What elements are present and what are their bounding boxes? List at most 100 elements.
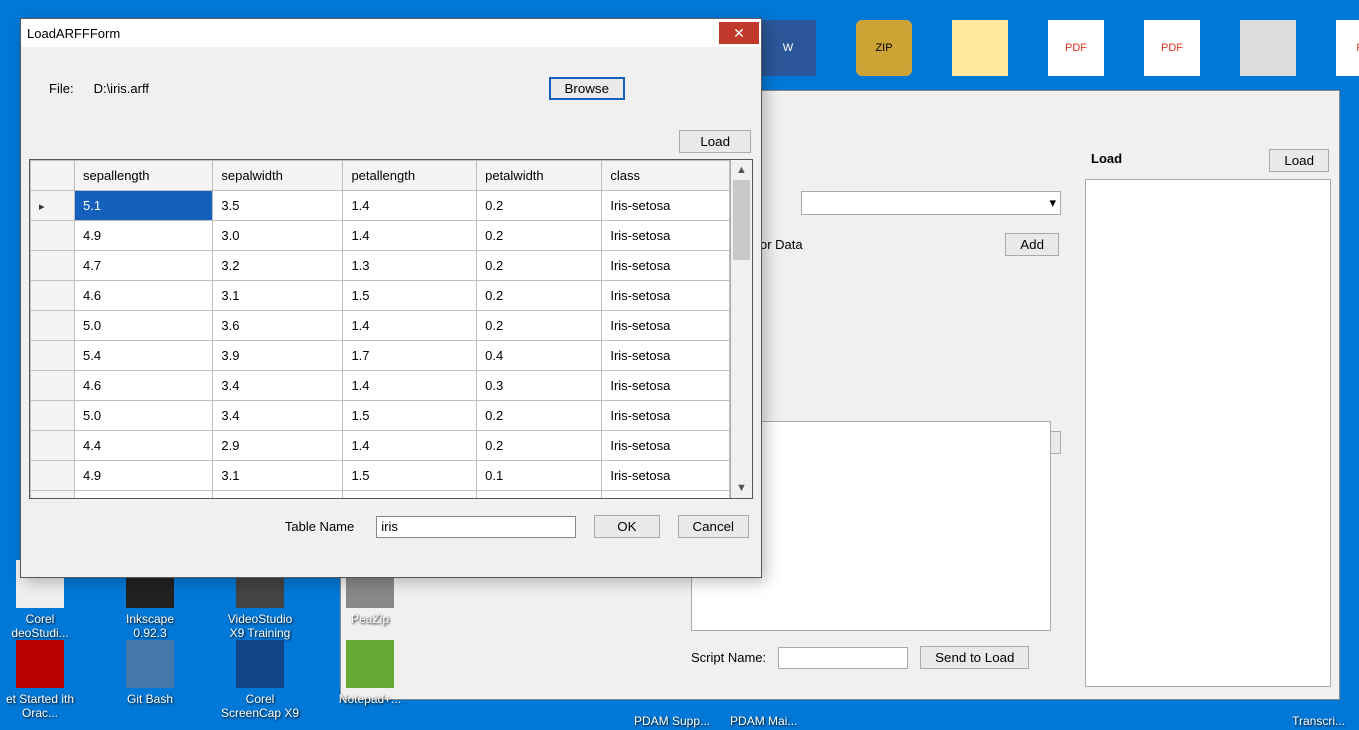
cell[interactable]: Iris-setosa [602, 371, 730, 401]
cell[interactable]: 3.0 [213, 221, 343, 251]
col-header[interactable]: petallength [343, 161, 477, 191]
scroll-thumb[interactable] [733, 180, 750, 260]
scroll-up-icon[interactable]: ▲ [731, 160, 752, 180]
cell[interactable]: 1.4 [343, 221, 477, 251]
row-header[interactable] [31, 191, 75, 221]
cell[interactable]: 0.2 [477, 251, 602, 281]
table-row[interactable]: 4.63.11.50.2Iris-setosa [31, 281, 730, 311]
cell[interactable]: Iris-setosa [602, 311, 730, 341]
cell[interactable]: 5.0 [75, 401, 213, 431]
cell[interactable]: 3.4 [213, 371, 343, 401]
row-header[interactable] [31, 221, 75, 251]
desktop-icon[interactable]: Git Bash [110, 640, 190, 720]
cell[interactable]: 1.4 [343, 311, 477, 341]
desktop-icon[interactable]: PDF [1144, 20, 1200, 76]
cell[interactable]: 3.9 [213, 341, 343, 371]
desktop-icon[interactable]: et Started ith Orac... [0, 640, 80, 720]
row-header[interactable] [31, 281, 75, 311]
cell[interactable]: 1.4 [343, 191, 477, 221]
cell[interactable]: 2.9 [213, 431, 343, 461]
taskbar-item[interactable]: Transcri... [1292, 714, 1345, 728]
table-row[interactable]: 4.93.11.50.1Iris-setosa [31, 461, 730, 491]
cell[interactable]: 1.5 [343, 401, 477, 431]
table-name-input[interactable] [376, 516, 576, 538]
cell[interactable]: 1.4 [343, 431, 477, 461]
cell[interactable]: 1.3 [343, 251, 477, 281]
cell[interactable]: 0.2 [477, 491, 602, 499]
cell[interactable]: 0.4 [477, 341, 602, 371]
ok-button[interactable]: OK [594, 515, 659, 538]
table-row[interactable]: 4.63.41.40.3Iris-setosa [31, 371, 730, 401]
cell[interactable]: Iris-setosa [602, 281, 730, 311]
cell[interactable]: 0.2 [477, 431, 602, 461]
desktop-icon[interactable]: W [760, 20, 816, 76]
send-to-load-button[interactable]: Send to Load [920, 646, 1029, 669]
cell[interactable]: 4.6 [75, 371, 213, 401]
cell[interactable]: 3.7 [213, 491, 343, 499]
cell[interactable]: 4.9 [75, 461, 213, 491]
row-header[interactable] [31, 491, 75, 499]
desktop-icon[interactable]: PDF [1048, 20, 1104, 76]
cell[interactable]: 4.4 [75, 431, 213, 461]
script-name-input[interactable] [778, 647, 908, 669]
row-header[interactable] [31, 341, 75, 371]
cell[interactable]: 3.1 [213, 461, 343, 491]
desktop-icon[interactable]: PD [1336, 20, 1359, 76]
cell[interactable]: Iris-setosa [602, 251, 730, 281]
cell[interactable]: 3.2 [213, 251, 343, 281]
table-row[interactable]: 5.43.71.50.2Iris-setosa [31, 491, 730, 499]
cell[interactable]: 3.5 [213, 191, 343, 221]
cell[interactable]: Iris-setosa [602, 341, 730, 371]
cell[interactable]: Iris-setosa [602, 401, 730, 431]
col-header[interactable]: class [602, 161, 730, 191]
bg-load-button[interactable]: Load [1269, 149, 1329, 172]
cell[interactable]: 0.1 [477, 461, 602, 491]
cell[interactable]: 1.5 [343, 491, 477, 499]
table-row[interactable]: 4.73.21.30.2Iris-setosa [31, 251, 730, 281]
scroll-down-icon[interactable]: ▼ [731, 478, 752, 498]
cell[interactable]: 1.4 [343, 371, 477, 401]
cell[interactable]: 3.4 [213, 401, 343, 431]
col-header[interactable]: petalwidth [477, 161, 602, 191]
cell[interactable]: 0.3 [477, 371, 602, 401]
table-row[interactable]: 4.93.01.40.2Iris-setosa [31, 221, 730, 251]
row-header[interactable] [31, 251, 75, 281]
close-button[interactable]: ✕ [719, 22, 759, 44]
taskbar-item[interactable]: PDAM Supp... [634, 714, 710, 728]
row-header[interactable] [31, 431, 75, 461]
cell[interactable]: 5.4 [75, 341, 213, 371]
cell[interactable]: 4.9 [75, 221, 213, 251]
table-row[interactable]: 5.43.91.70.4Iris-setosa [31, 341, 730, 371]
desktop-icon[interactable] [1240, 20, 1296, 76]
cell[interactable]: Iris-setosa [602, 431, 730, 461]
cell[interactable]: 0.2 [477, 281, 602, 311]
cell[interactable]: 1.5 [343, 281, 477, 311]
cell[interactable]: Iris-setosa [602, 461, 730, 491]
table-row[interactable]: 4.42.91.40.2Iris-setosa [31, 431, 730, 461]
bg-add-button[interactable]: Add [1005, 233, 1059, 256]
row-header[interactable] [31, 461, 75, 491]
cell[interactable]: 0.2 [477, 191, 602, 221]
row-header[interactable] [31, 401, 75, 431]
cell[interactable]: 4.7 [75, 251, 213, 281]
cell[interactable]: 1.5 [343, 461, 477, 491]
cell[interactable]: Iris-setosa [602, 191, 730, 221]
cell[interactable]: 1.7 [343, 341, 477, 371]
table-row[interactable]: 5.13.51.40.2Iris-setosa [31, 191, 730, 221]
cell[interactable]: 0.2 [477, 221, 602, 251]
taskbar-item[interactable]: PDAM Mai... [730, 714, 797, 728]
row-header[interactable] [31, 371, 75, 401]
col-header[interactable]: sepallength [75, 161, 213, 191]
cell[interactable]: 5.1 [75, 191, 213, 221]
cell[interactable]: 3.1 [213, 281, 343, 311]
cell[interactable]: 0.2 [477, 311, 602, 341]
modal-load-button[interactable]: Load [679, 130, 751, 153]
cancel-button[interactable]: Cancel [678, 515, 750, 538]
table-row[interactable]: 5.03.41.50.2Iris-setosa [31, 401, 730, 431]
col-header[interactable]: sepalwidth [213, 161, 343, 191]
cell[interactable]: Iris-setosa [602, 221, 730, 251]
table-row[interactable]: 5.03.61.40.2Iris-setosa [31, 311, 730, 341]
data-grid[interactable]: sepallengthsepalwidthpetallengthpetalwid… [29, 159, 753, 499]
cell[interactable]: 5.0 [75, 311, 213, 341]
browse-button[interactable]: Browse [549, 77, 625, 100]
